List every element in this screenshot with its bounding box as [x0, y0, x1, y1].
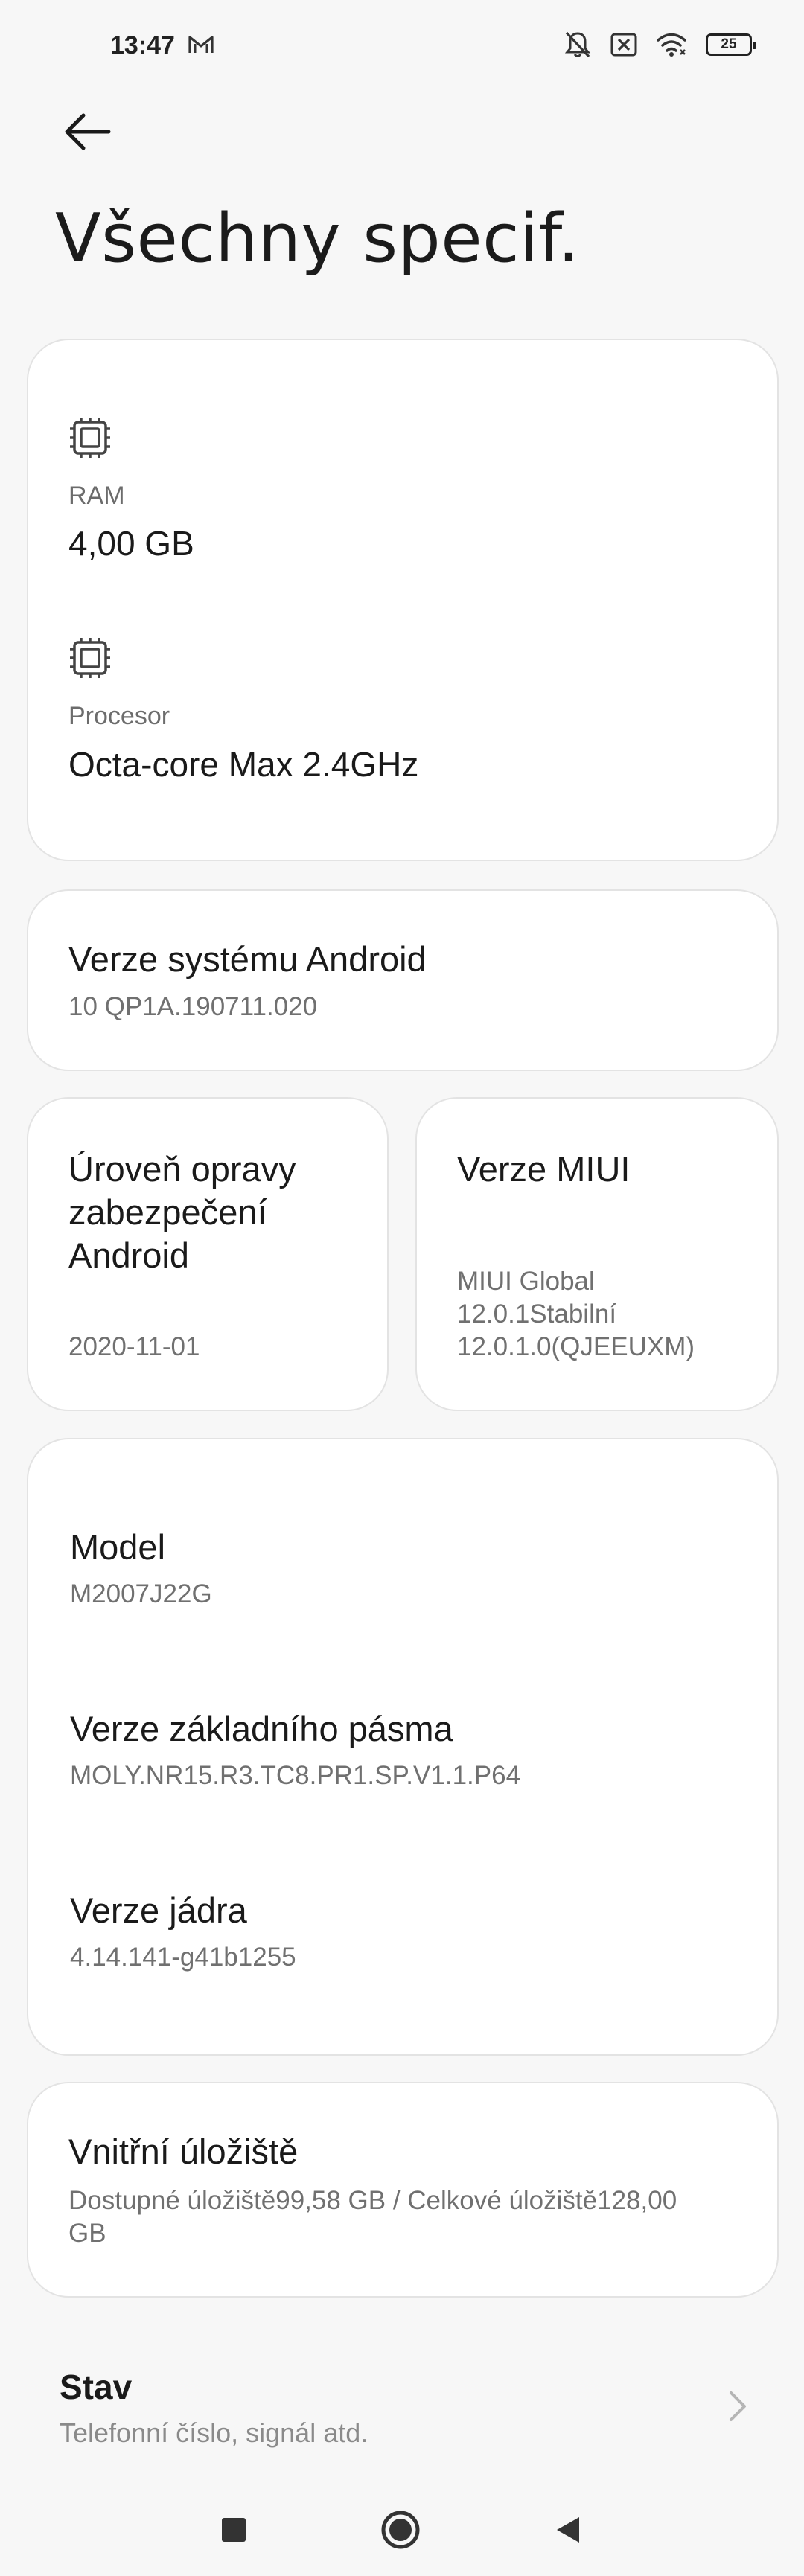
cpu-value: Octa-core Max 2.4GHz [68, 745, 419, 784]
recent-apps-icon[interactable] [219, 2515, 249, 2545]
storage-value-line-2: GB [68, 2219, 106, 2248]
battery-level: 25 [721, 36, 737, 52]
android-version-card[interactable]: Verze systému Android 10 QP1A.190711.020 [27, 889, 779, 1071]
battery-icon: 25 [706, 33, 756, 56]
ram-chip-icon [70, 418, 110, 458]
cpu-label: Procesor [68, 702, 170, 730]
sim-error-icon [610, 33, 637, 57]
miui-version-line-1: MIUI Global [457, 1267, 595, 1296]
chevron-right-icon [730, 2391, 746, 2421]
hardware-card: RAM 4,00 GB Procesor Octa-core Max 2.4GH… [27, 339, 779, 861]
android-version-title: Verze systému Android [68, 939, 427, 979]
status-bar: 13:47 25 [0, 0, 804, 93]
model-title: Model [70, 1527, 166, 1567]
status-icons: 25 [564, 30, 756, 60]
wifi-icon [657, 33, 686, 57]
ram-value: 4,00 GB [68, 524, 194, 563]
storage-card[interactable]: Vnitřní úložiště Dostupné úložiště99,58 … [27, 2082, 779, 2298]
back-arrow-icon[interactable] [58, 104, 118, 164]
mute-icon [564, 31, 591, 58]
miui-version-line-3: 12.0.1.0(QJEEUXM) [457, 1332, 695, 1361]
mail-icon [188, 36, 214, 53]
model-value: M2007J22G [70, 1579, 212, 1608]
status-item-subtitle: Telefonní číslo, signál atd. [60, 2417, 368, 2448]
android-version-value: 10 QP1A.190711.020 [68, 992, 318, 1021]
system-navigation-bar [0, 2490, 804, 2576]
status-list-item[interactable]: Stav Telefonní číslo, signál atd. [0, 2341, 804, 2482]
back-nav-icon[interactable] [552, 2513, 585, 2546]
baseband-title: Verze základního pásma [70, 1709, 453, 1748]
home-icon[interactable] [380, 2509, 421, 2551]
page-title: Všechny specif. [55, 199, 580, 278]
status-time: 13:47 [110, 31, 175, 60]
security-patch-card: Úroveň opravy zabezpečení Android 2020-1… [27, 1097, 389, 1411]
storage-title: Vnitřní úložiště [68, 2132, 299, 2171]
miui-version-card[interactable]: Verze MIUI MIUI Global 12.0.1Stabilní 12… [415, 1097, 779, 1411]
cpu-chip-icon [70, 638, 110, 678]
kernel-title: Verze jádra [70, 1891, 247, 1930]
status-item-title: Stav [60, 2368, 133, 2406]
security-patch-value: 2020-11-01 [68, 1332, 200, 1361]
security-patch-title-1: Úroveň opravy [68, 1149, 296, 1189]
device-info-card: Model M2007J22G Verze základního pásma M… [27, 1438, 779, 2056]
security-patch-title-2: zabezpečení [68, 1192, 267, 1232]
security-patch-title-3: Android [68, 1236, 189, 1275]
miui-version-line-2: 12.0.1Stabilní [457, 1300, 617, 1329]
ram-label: RAM [68, 482, 125, 510]
kernel-value: 4.14.141-g41b1255 [70, 1943, 296, 1972]
baseband-value: MOLY.NR15.R3.TC8.PR1.SP.V1.1.P64 [70, 1761, 521, 1790]
miui-version-title: Verze MIUI [457, 1149, 631, 1189]
storage-value-line-1: Dostupné úložiště99,58 GB / Celkové úlož… [68, 2186, 677, 2215]
